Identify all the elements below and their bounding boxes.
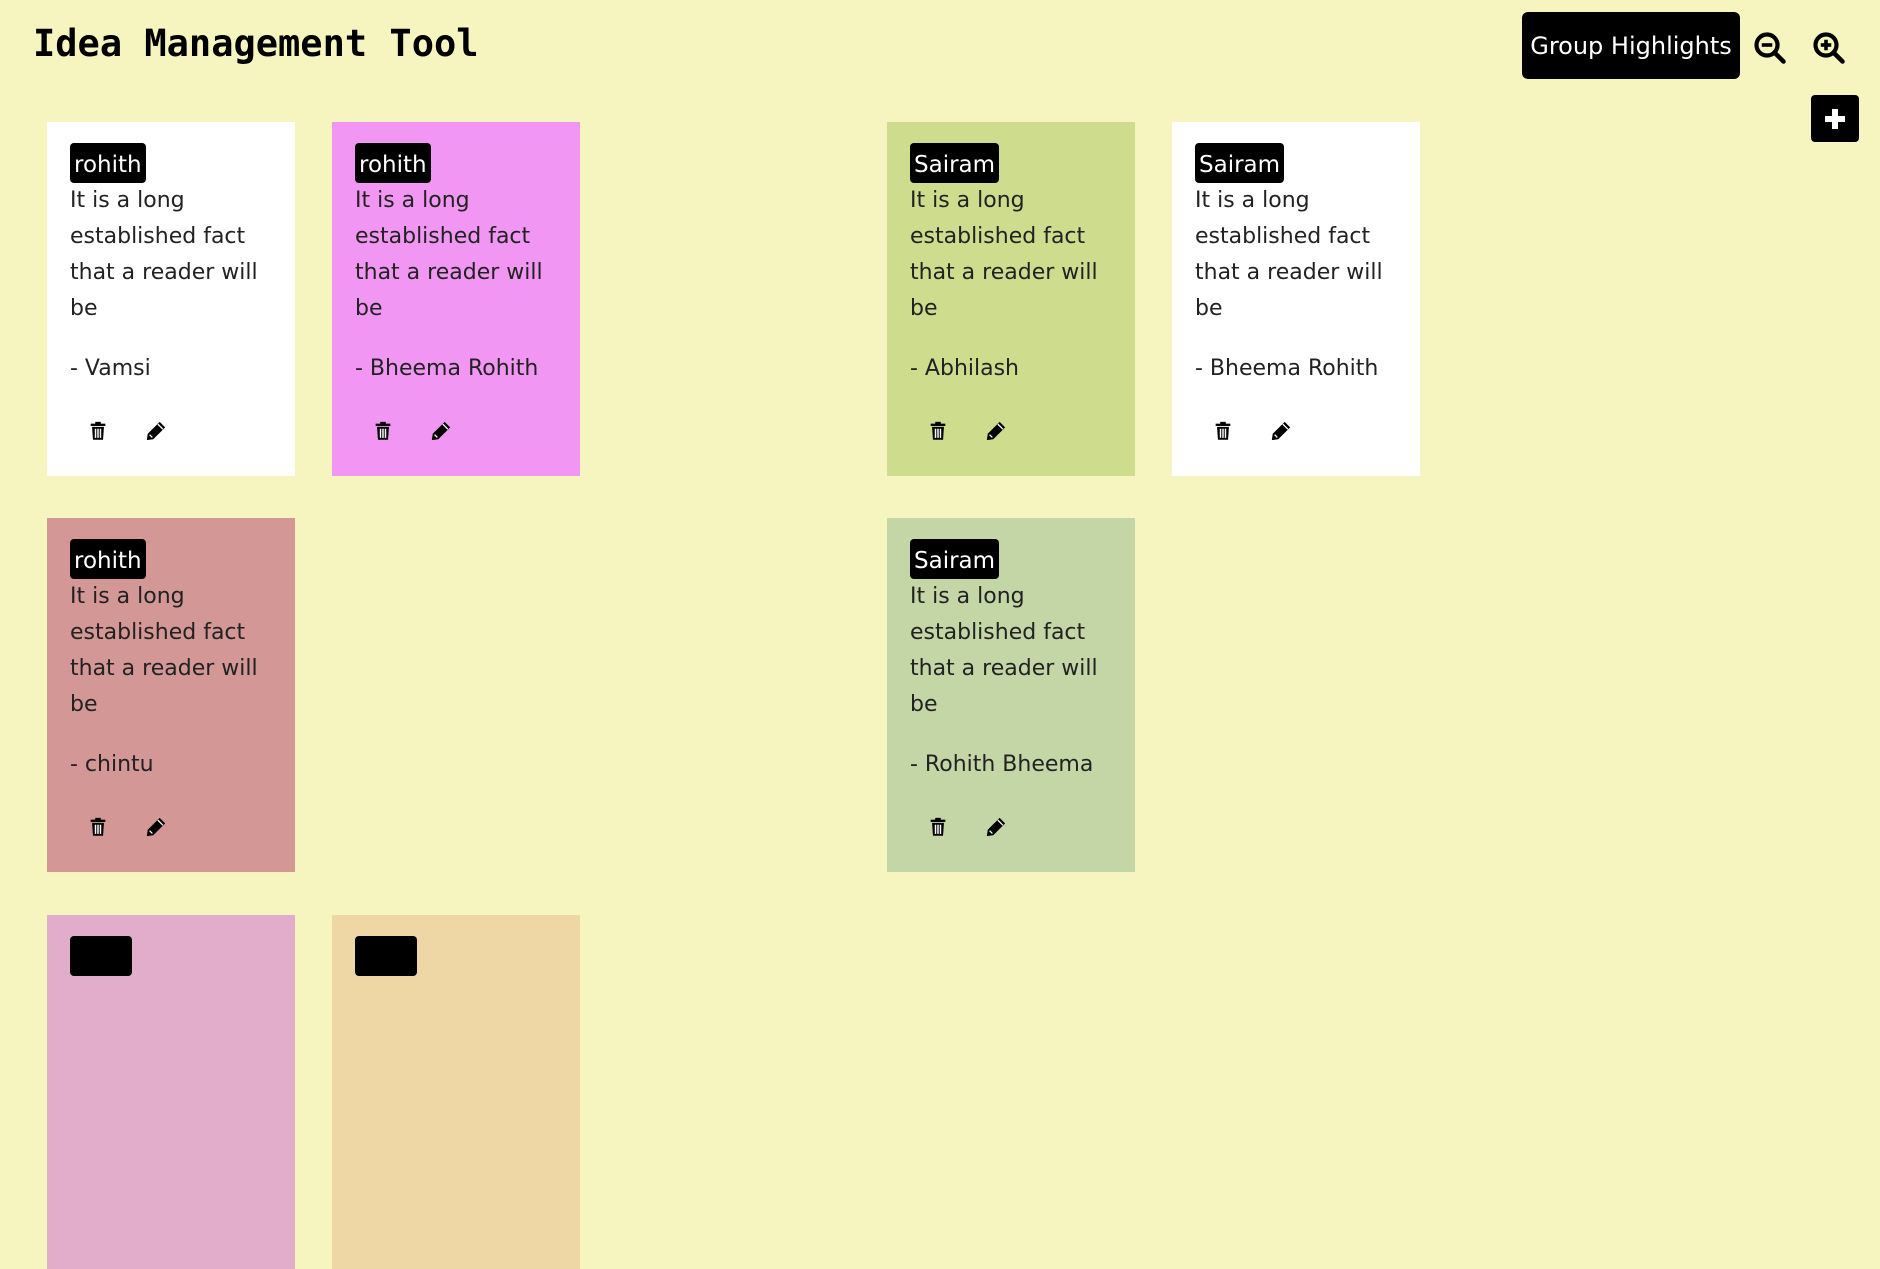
card-actions (87, 816, 167, 838)
idea-author: - chintu (70, 752, 154, 777)
add-idea-button[interactable] (1811, 95, 1859, 142)
edit-icon[interactable] (430, 420, 452, 442)
user-badge (70, 936, 132, 976)
idea-text: It is a long established fact that a rea… (1195, 188, 1383, 321)
zoom-in-icon[interactable] (1811, 30, 1847, 66)
trash-icon[interactable] (372, 420, 394, 442)
idea-card: rohith It is a long established fact that… (47, 122, 295, 476)
idea-card (47, 915, 295, 1269)
edit-icon[interactable] (985, 816, 1007, 838)
plus-icon (1825, 108, 1845, 129)
zoom-out-icon[interactable] (1752, 30, 1788, 66)
card-actions (927, 420, 1007, 442)
card-actions (87, 420, 167, 442)
edit-icon[interactable] (985, 420, 1007, 442)
edit-icon[interactable] (1270, 420, 1292, 442)
trash-icon[interactable] (927, 816, 949, 838)
group-highlights-button[interactable]: Group Highlights (1522, 12, 1740, 79)
user-badge: Sairam (1195, 143, 1285, 183)
user-badge: Sairam (910, 143, 1000, 183)
trash-icon[interactable] (87, 420, 109, 442)
idea-text: It is a long established fact that a rea… (70, 584, 258, 717)
user-badge: Sairam (910, 539, 1000, 579)
idea-text: It is a long established fact that a rea… (910, 584, 1098, 717)
user-badge (355, 936, 417, 976)
card-actions (927, 816, 1007, 838)
edit-icon[interactable] (145, 420, 167, 442)
idea-author: - Bheema Rohith (355, 356, 539, 381)
idea-card (332, 915, 580, 1269)
trash-icon[interactable] (1212, 420, 1234, 442)
idea-author: - Bheema Rohith (1195, 356, 1379, 381)
user-badge: rohith (70, 143, 146, 183)
trash-icon[interactable] (87, 816, 109, 838)
idea-card: rohith It is a long established fact that… (332, 122, 580, 476)
user-badge: rohith (70, 539, 146, 579)
card-actions (1212, 420, 1292, 442)
idea-author: - Abhilash (910, 356, 1020, 381)
idea-author: - Vamsi (70, 356, 151, 381)
trash-icon[interactable] (927, 420, 949, 442)
idea-text: It is a long established fact that a rea… (910, 188, 1098, 321)
user-badge: rohith (355, 143, 431, 183)
idea-text: It is a long established fact that a rea… (70, 188, 258, 321)
idea-card: rohith It is a long established fact that… (47, 518, 295, 872)
idea-text: It is a long established fact that a rea… (355, 188, 543, 321)
idea-card: Sairam It is a long established fact that… (1172, 122, 1420, 476)
page-title: Idea Management Tool (33, 22, 479, 65)
idea-card: Sairam It is a long established fact that… (887, 122, 1135, 476)
edit-icon[interactable] (145, 816, 167, 838)
idea-card: Sairam It is a long established fact that… (887, 518, 1135, 872)
idea-author: - Rohith Bheema (910, 752, 1094, 777)
card-actions (372, 420, 452, 442)
